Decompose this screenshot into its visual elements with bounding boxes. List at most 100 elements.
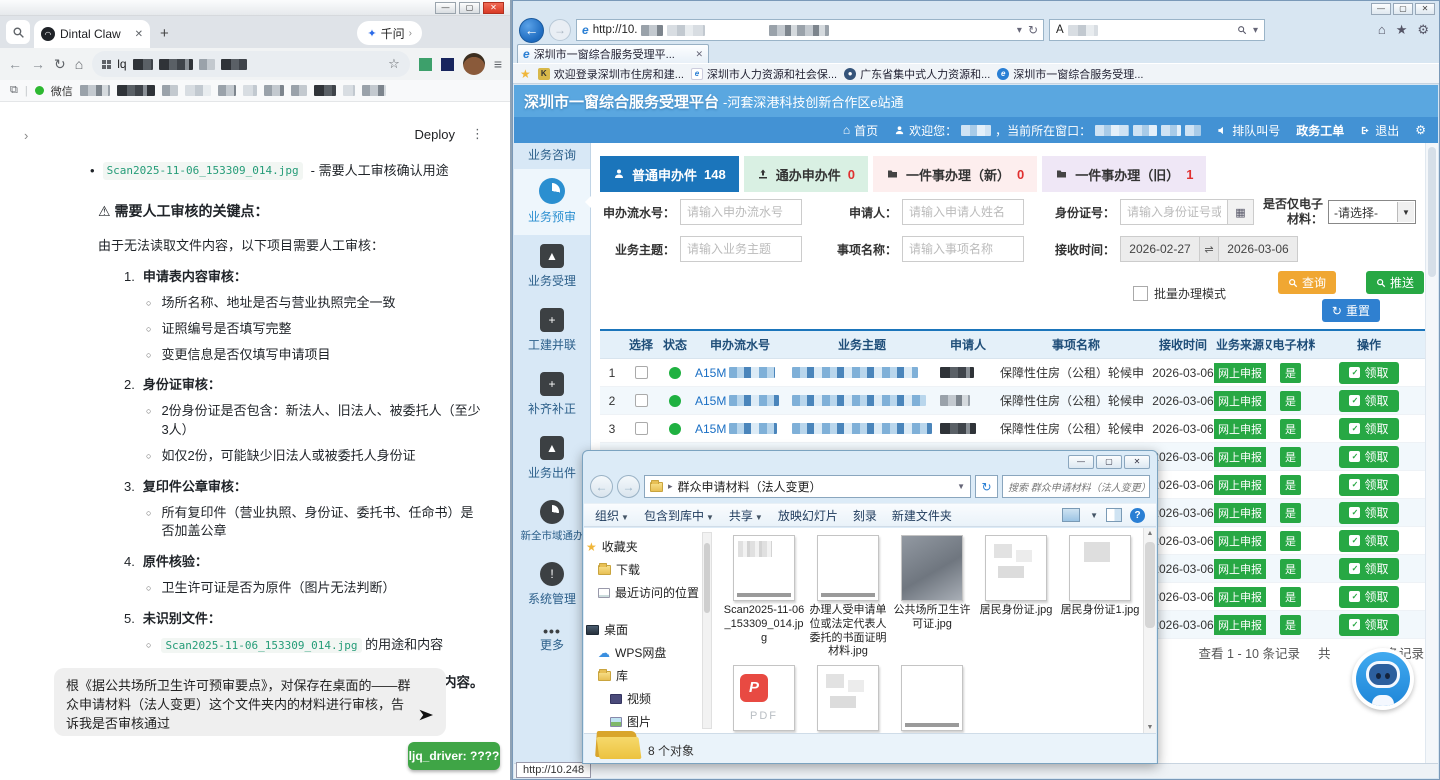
file-item[interactable]: P PDF: [722, 665, 806, 733]
reload-icon[interactable]: ↻: [54, 56, 66, 73]
favorite-link[interactable]: K欢迎登录深圳市住房和建...: [538, 66, 684, 82]
maximize-button[interactable]: ▢: [459, 2, 480, 14]
forward-button[interactable]: →: [549, 19, 571, 41]
sidebar-item-citywide[interactable]: 新全市域通办: [514, 491, 590, 553]
sidebar-item-accept[interactable]: ▲ 业务受理: [514, 235, 590, 299]
file-item[interactable]: [806, 665, 890, 733]
nav-recent-places[interactable]: 最近访问的位置: [584, 581, 712, 604]
date-from-input[interactable]: [1120, 236, 1200, 262]
page-scrollbar[interactable]: [1425, 143, 1438, 763]
share-menu[interactable]: 共享▼: [729, 507, 763, 524]
file-item[interactable]: Scan2025-11-06_153309_014.jpg: [722, 535, 806, 659]
minimize-button[interactable]: —: [435, 2, 456, 14]
chevron-down-icon[interactable]: ▼: [957, 482, 965, 491]
row-checkbox[interactable]: [635, 422, 648, 435]
forward-icon[interactable]: →: [31, 56, 45, 72]
bookmark-wechat[interactable]: 微信: [51, 83, 73, 99]
batch-checkbox[interactable]: [1133, 286, 1148, 301]
bookmark-star-icon[interactable]: ☆: [388, 56, 400, 72]
push-button[interactable]: 推送: [1366, 271, 1424, 294]
explorer-search-box[interactable]: 搜索 群众申请材料（法人变更）: [1002, 475, 1150, 498]
file-item[interactable]: 居民身份证1.jpg: [1058, 535, 1142, 659]
maximize-button[interactable]: ▢: [1096, 455, 1122, 469]
address-breadcrumb[interactable]: ▸ 群众申请材料（法人变更） ▼: [644, 475, 971, 498]
id-card-reader-button[interactable]: ▦: [1228, 199, 1254, 225]
tab-one-thing-new[interactable]: 一件事办理（新）0: [873, 156, 1037, 192]
eonly-select[interactable]: -请选择- ▼: [1328, 200, 1416, 224]
search-dropdown-icon[interactable]: ▾: [1253, 25, 1258, 36]
favorites-star-icon[interactable]: ★: [1396, 22, 1408, 38]
tab-normal-cases[interactable]: 普通申办件148: [600, 156, 739, 192]
work-order-button[interactable]: 政务工单: [1296, 122, 1344, 139]
refresh-icon[interactable]: ↻: [1028, 23, 1038, 37]
back-button[interactable]: ←: [519, 18, 544, 43]
minimize-button[interactable]: —: [1371, 3, 1391, 15]
favorite-link[interactable]: e深圳市一窗综合服务受理...: [997, 66, 1143, 82]
file-item[interactable]: 办理人受申请单位或法定代表人委托的书面证明材料.jpg: [806, 535, 890, 659]
tab-close-icon[interactable]: ✕: [135, 29, 143, 40]
tab-close-icon[interactable]: ✕: [695, 49, 703, 60]
sidebar-item-consult[interactable]: 业务咨询: [514, 143, 590, 169]
close-button[interactable]: ✕: [1415, 3, 1435, 15]
claim-button[interactable]: ✓领取: [1339, 586, 1398, 608]
extension-green-icon[interactable]: [419, 58, 432, 71]
serial-input[interactable]: [680, 199, 802, 225]
back-icon[interactable]: ←: [8, 56, 22, 72]
favorite-link[interactable]: e深圳市人力资源和社会保...: [691, 66, 837, 82]
url-bar[interactable]: e http://10. ▾ ↻: [576, 19, 1044, 41]
maximize-button[interactable]: ▢: [1393, 3, 1413, 15]
date-to-input[interactable]: [1218, 236, 1298, 262]
favorite-link[interactable]: ●广东省集中式人力资源和...: [844, 66, 990, 82]
logout-button[interactable]: 退出: [1360, 122, 1399, 139]
claim-button[interactable]: ✓领取: [1339, 418, 1398, 440]
scroll-down-icon[interactable]: ▼: [1144, 724, 1156, 731]
nav-downloads[interactable]: 下载: [584, 558, 712, 581]
slideshow-button[interactable]: 放映幻灯片: [778, 507, 838, 524]
address-bar[interactable]: lq ☆: [92, 51, 410, 77]
url-dropdown-icon[interactable]: ▾: [1017, 25, 1022, 36]
tab-universal-cases[interactable]: 通办申办件0: [744, 156, 868, 192]
profile-avatar[interactable]: [463, 53, 485, 75]
back-button[interactable]: ←: [590, 475, 613, 498]
ie-search-box[interactable]: A ▾: [1049, 19, 1265, 41]
menu-icon[interactable]: ≡: [494, 56, 502, 72]
file-item[interactable]: 公共场所卫生许可证.jpg: [890, 535, 974, 659]
claim-button[interactable]: ✓领取: [1339, 362, 1398, 384]
batch-mode-toggle[interactable]: 批量办理模式: [1133, 285, 1226, 302]
new-tab-button[interactable]: +: [160, 25, 169, 42]
new-folder-button[interactable]: 新建文件夹: [892, 507, 952, 524]
sidebar-item-more[interactable]: ••• 更多: [514, 617, 590, 663]
nav-wps-cloud[interactable]: ☁WPS网盘: [584, 641, 712, 664]
item-input[interactable]: [902, 236, 1024, 262]
tab-one-thing-old[interactable]: 一件事办理（旧）1: [1042, 156, 1206, 192]
deploy-button[interactable]: Deploy: [415, 127, 455, 142]
sidebar-item-preview[interactable]: 业务预审: [514, 169, 590, 235]
views-icon[interactable]: [1062, 508, 1080, 522]
settings-gear-icon[interactable]: ⚙: [1415, 123, 1426, 137]
nav-scrollbar[interactable]: [702, 532, 712, 729]
refresh-button[interactable]: ↻: [975, 475, 998, 498]
nav-videos[interactable]: 视频: [584, 687, 712, 710]
forward-button[interactable]: →: [617, 475, 640, 498]
bookmarks-panel-icon[interactable]: ⧉: [10, 84, 18, 97]
help-icon[interactable]: ?: [1130, 508, 1145, 523]
claim-button[interactable]: ✓领取: [1339, 558, 1398, 580]
row-checkbox[interactable]: [635, 366, 648, 379]
sidebar-item-system[interactable]: ! 系统管理: [514, 553, 590, 617]
row-checkbox[interactable]: [635, 394, 648, 407]
sidebar-item-output[interactable]: ▲ 业务出件: [514, 427, 590, 491]
claim-button[interactable]: ✓领取: [1339, 390, 1398, 412]
tab-search-button[interactable]: [6, 20, 30, 44]
files-scrollbar[interactable]: ▲ ▼: [1143, 528, 1156, 733]
minimize-button[interactable]: —: [1068, 455, 1094, 469]
preview-pane-icon[interactable]: [1106, 508, 1122, 522]
applicant-input[interactable]: [902, 199, 1024, 225]
nav-home[interactable]: ⌂首页: [843, 122, 878, 139]
claim-button[interactable]: ✓领取: [1339, 474, 1398, 496]
claim-button[interactable]: ✓领取: [1339, 502, 1398, 524]
id-input[interactable]: [1120, 199, 1228, 225]
send-button[interactable]: [418, 708, 436, 728]
assistant-robot-mascot[interactable]: [1352, 648, 1414, 710]
sidebar-item-parallel[interactable]: + 工建并联: [514, 299, 590, 363]
nav-libraries[interactable]: 库: [584, 664, 712, 687]
